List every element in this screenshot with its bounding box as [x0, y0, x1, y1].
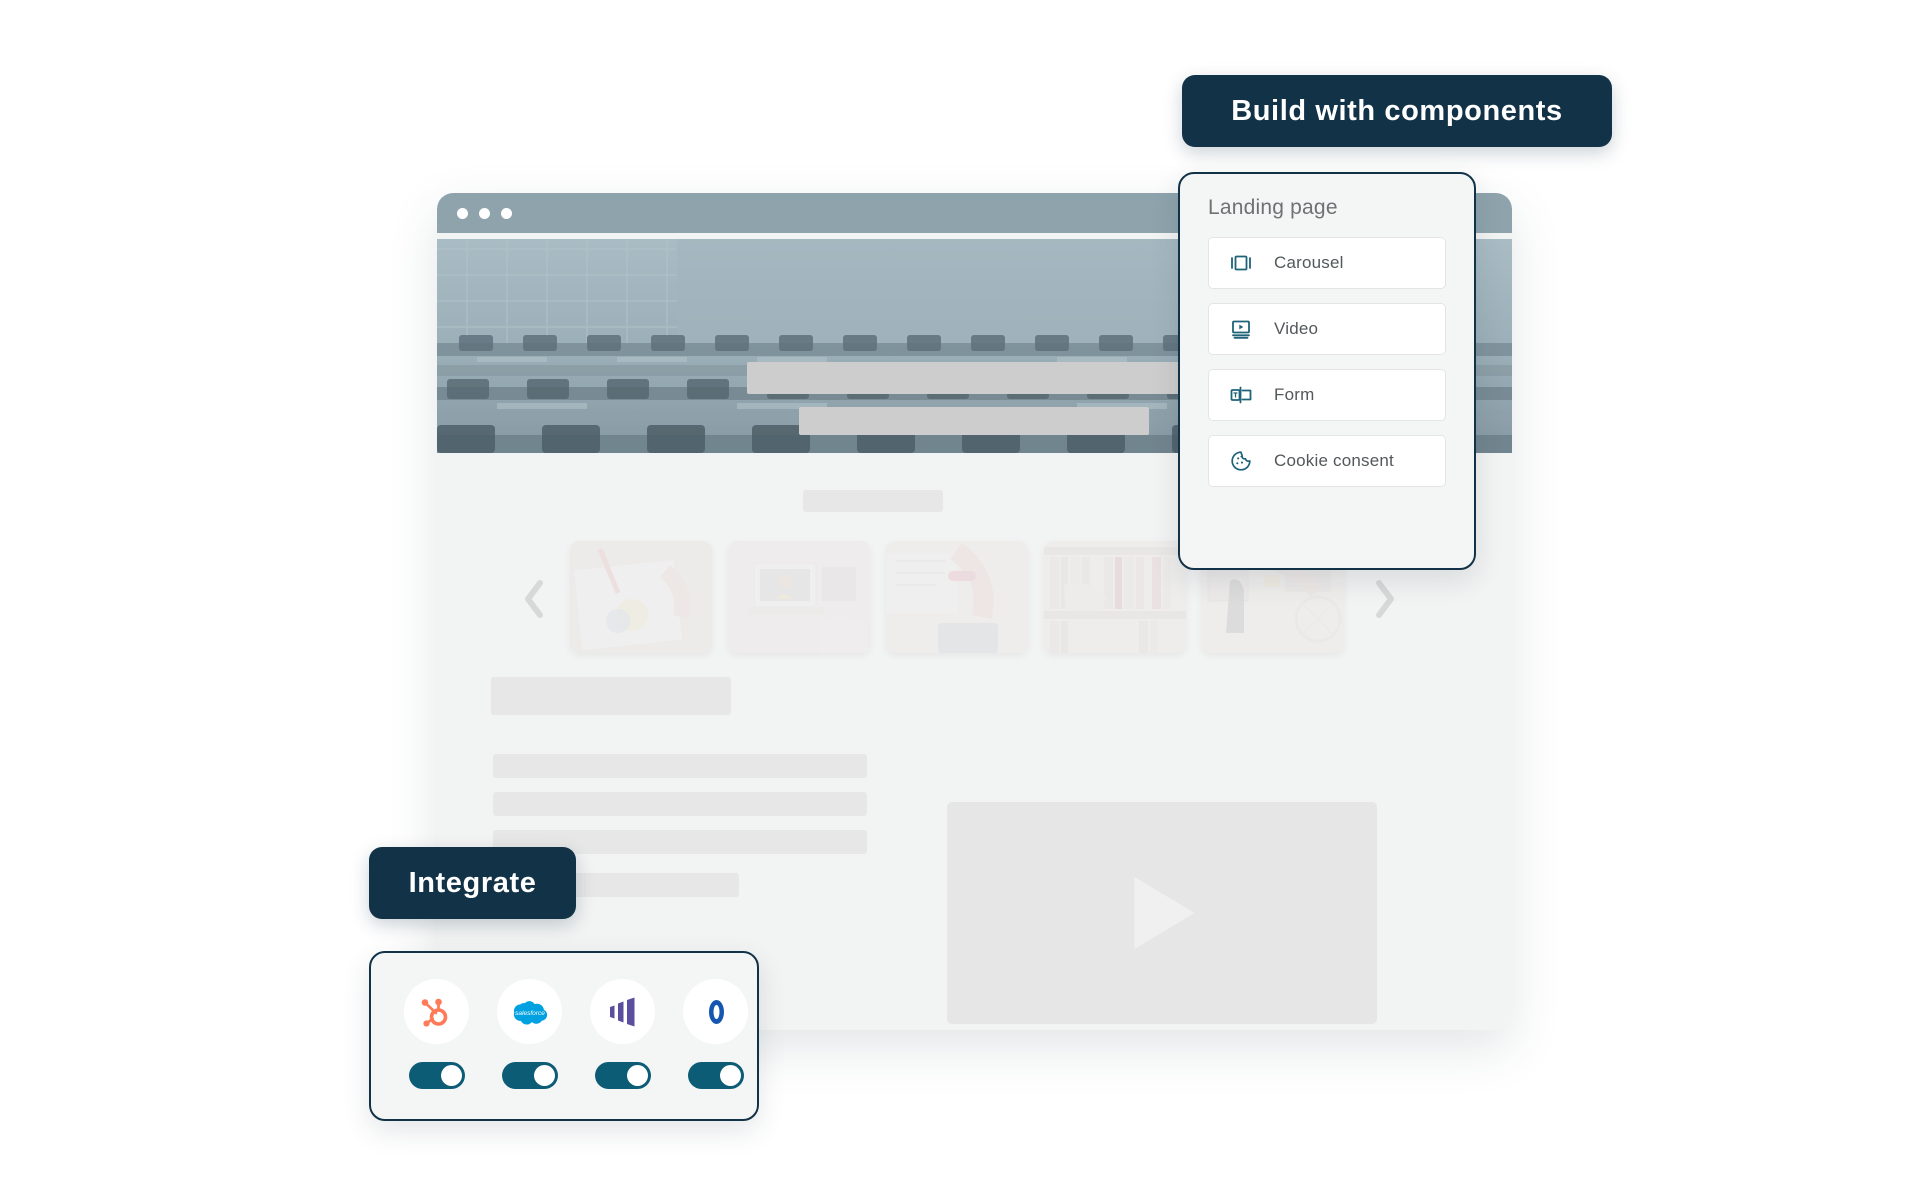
component-label: Carousel	[1274, 253, 1344, 272]
play-triangle-icon	[1134, 877, 1195, 949]
video-icon	[1229, 317, 1253, 341]
component-item-form[interactable]: Form	[1208, 369, 1446, 421]
integration-salesforce: salesforce	[497, 979, 562, 1089]
adobe-experience-logo	[683, 979, 748, 1044]
body-heading-placeholder	[491, 677, 731, 715]
integration-toggle-marketo[interactable]	[594, 1062, 651, 1089]
panel-title: Landing page	[1208, 196, 1338, 219]
integration-marketo	[590, 979, 655, 1089]
screenshot-root: Build with components Landing page Carou…	[0, 0, 1920, 1200]
carousel-icon	[1229, 251, 1253, 275]
laptop-video-call-photo	[728, 541, 870, 653]
window-dot-maximize-icon	[501, 207, 512, 219]
section-heading-placeholder	[803, 490, 943, 512]
toggle-knob	[440, 1065, 462, 1086]
component-label: Video	[1274, 319, 1319, 338]
body-line-placeholder	[493, 754, 867, 778]
toggle-knob	[533, 1065, 555, 1086]
landing-page-components-panel: Landing page Carousel Video Form Cookie …	[1178, 172, 1476, 570]
drawing-hands-photo	[570, 541, 712, 653]
carousel-thumbnail[interactable]	[1044, 541, 1186, 653]
window-dot-close-icon	[457, 207, 468, 219]
carousel-thumbnail[interactable]	[728, 541, 870, 653]
carousel-thumbnail[interactable]	[570, 541, 712, 653]
integration-toggle-adobe-experience[interactable]	[687, 1062, 744, 1089]
window-dot-minimize-icon	[479, 207, 490, 219]
video-placeholder-block[interactable]	[947, 802, 1377, 1024]
component-label: Form	[1274, 385, 1315, 404]
integration-adobe-experience	[683, 979, 748, 1089]
carousel-thumbnail[interactable]	[886, 541, 1028, 653]
component-item-carousel[interactable]: Carousel	[1208, 237, 1446, 289]
body-line-placeholder	[493, 792, 867, 816]
component-label: Cookie consent	[1274, 451, 1394, 470]
chevron-right-icon[interactable]	[1372, 579, 1398, 619]
hubspot-logo	[404, 979, 469, 1044]
integrations-card: salesforce	[369, 951, 759, 1121]
chevron-left-icon[interactable]	[521, 579, 547, 619]
library-bookshelf-photo	[1044, 541, 1186, 653]
integration-toggle-hubspot[interactable]	[408, 1062, 465, 1089]
integration-toggle-salesforce[interactable]	[501, 1062, 558, 1089]
toggle-knob	[626, 1065, 648, 1086]
form-icon	[1229, 383, 1253, 407]
integration-hubspot	[404, 979, 469, 1089]
svg-text:salesforce: salesforce	[515, 1010, 545, 1017]
component-item-cookie-consent[interactable]: Cookie consent	[1208, 435, 1446, 487]
integrations-row: salesforce	[404, 979, 748, 1089]
salesforce-logo: salesforce	[497, 979, 562, 1044]
toggle-knob	[719, 1065, 741, 1086]
callout-integrate: Integrate	[369, 847, 576, 919]
writing-notebook-photo	[886, 541, 1028, 653]
component-item-video[interactable]: Video	[1208, 303, 1446, 355]
hero-subtitle-placeholder	[799, 407, 1149, 435]
callout-build-with-components: Build with components	[1182, 75, 1612, 147]
cookie-icon	[1229, 449, 1253, 473]
marketo-logo	[590, 979, 655, 1044]
